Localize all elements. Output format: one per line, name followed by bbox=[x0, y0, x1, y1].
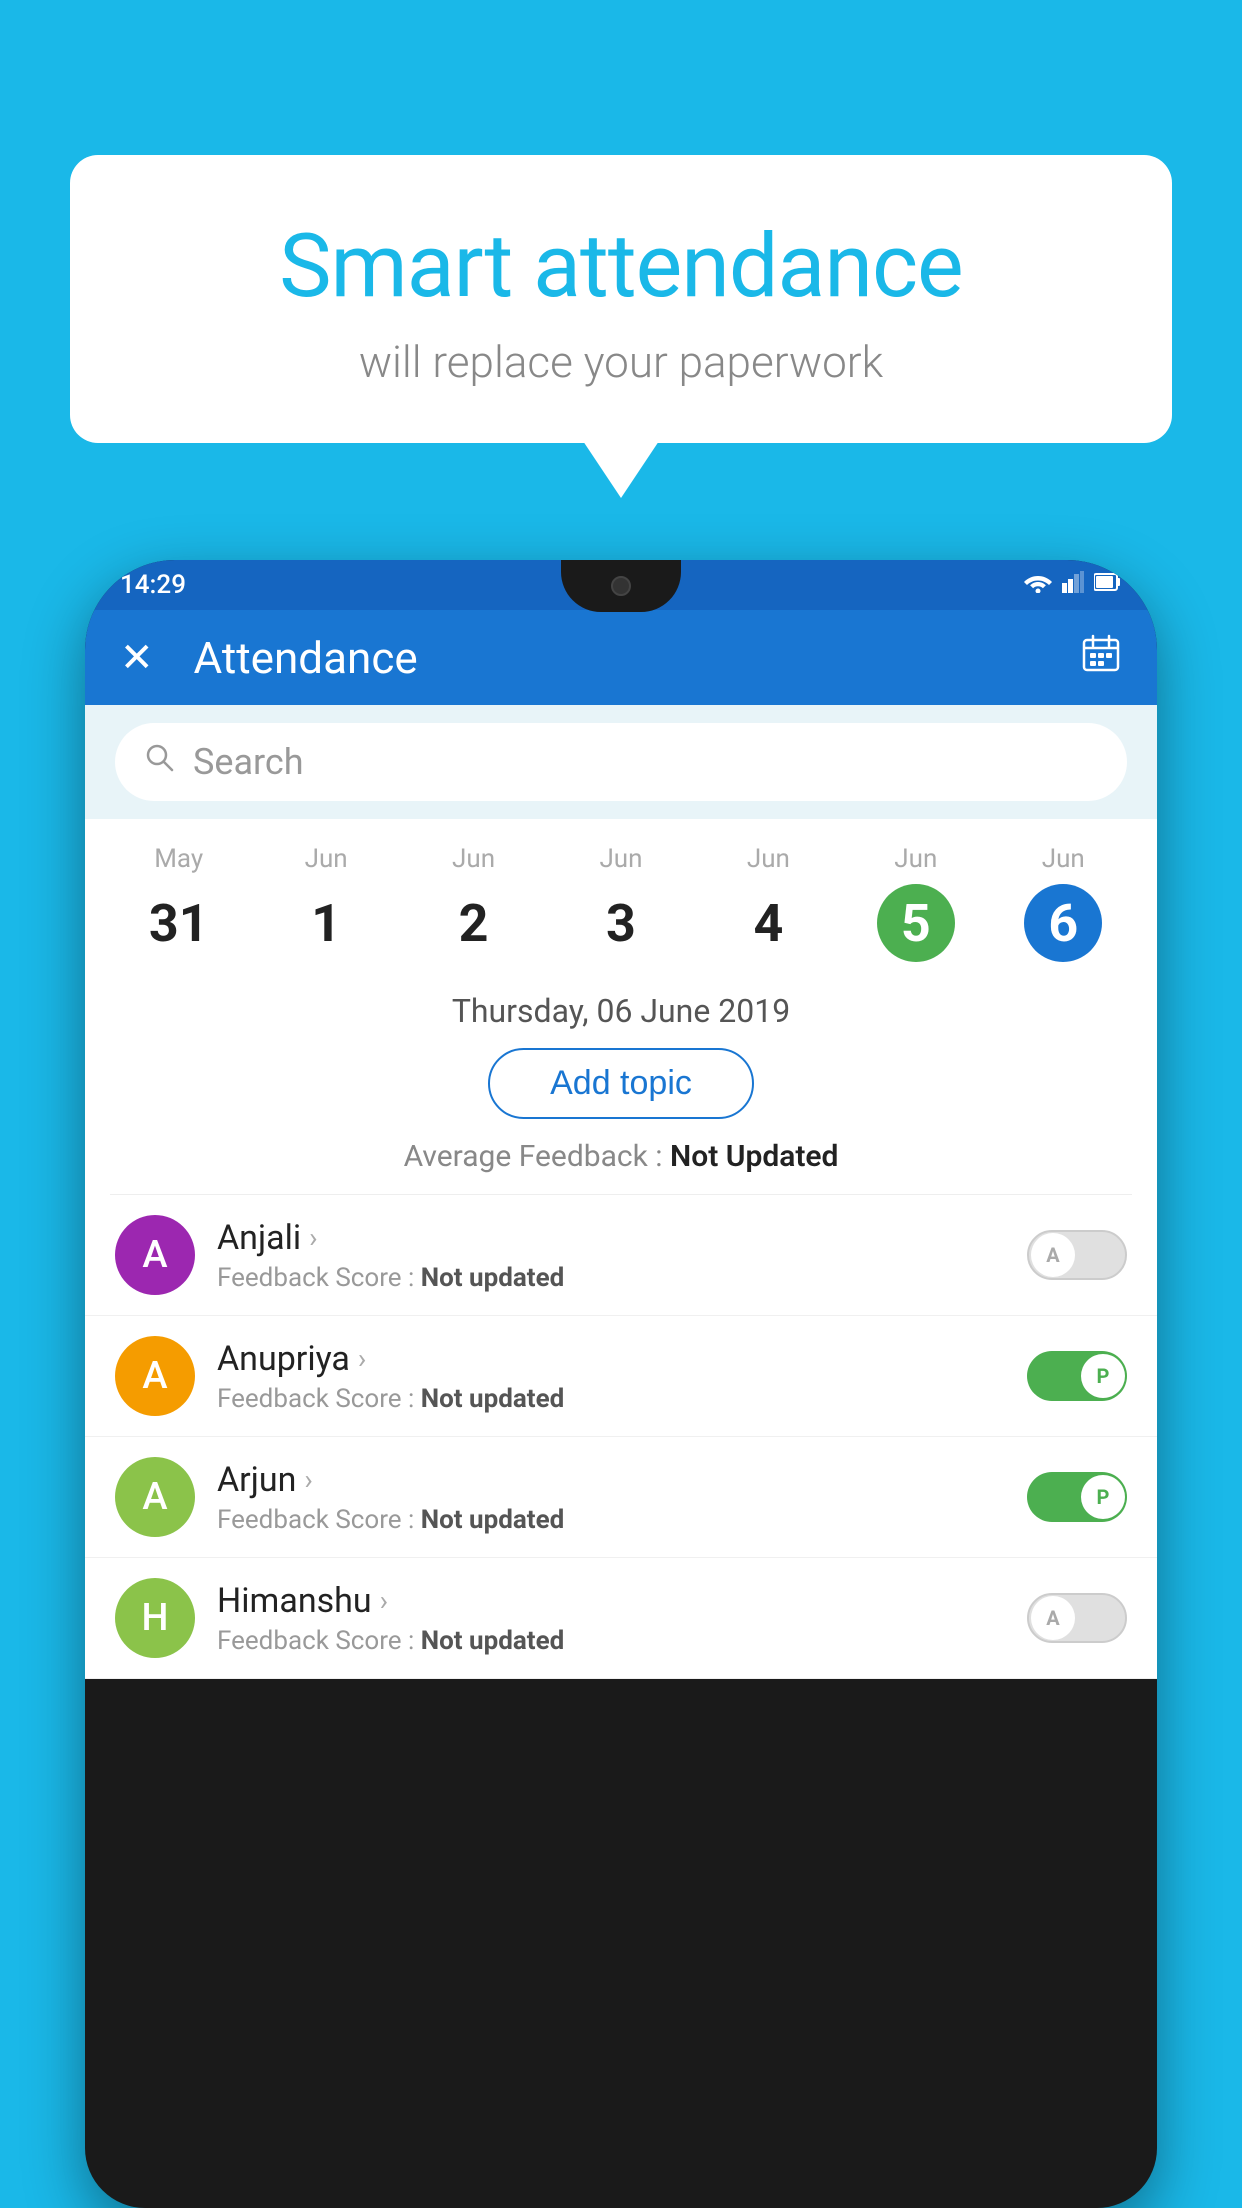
student-info: Anjali › Feedback Score : Not updated bbox=[217, 1218, 1005, 1293]
cal-day-6[interactable]: Jun 6 bbox=[990, 844, 1137, 962]
attendance-toggle[interactable]: P bbox=[1027, 1351, 1127, 1401]
app-header: ✕ Attendance bbox=[85, 610, 1157, 705]
cal-day-1[interactable]: Jun 1 bbox=[252, 844, 399, 962]
phone-frame: 14:29 ✕ Attendance bbox=[85, 560, 1157, 2208]
cal-day-3[interactable]: Jun 3 bbox=[547, 844, 694, 962]
feedback-summary-label: Average Feedback : bbox=[404, 1139, 663, 1174]
wifi-icon bbox=[1024, 571, 1052, 599]
chevron-icon: › bbox=[358, 1342, 366, 1375]
cal-month-label: Jun bbox=[842, 844, 989, 874]
cal-date-number: 5 bbox=[877, 884, 955, 962]
toggle-switch[interactable]: A bbox=[1027, 1230, 1127, 1280]
phone-screen: Search May 31 Jun 1 Jun 2 Jun 3 Jun 4 Jun 5 Jun 6 Thu… bbox=[85, 705, 1157, 1679]
signal-icon bbox=[1062, 571, 1084, 599]
search-bar[interactable]: Search bbox=[115, 723, 1127, 801]
chevron-icon: › bbox=[309, 1221, 317, 1254]
cal-day-5[interactable]: Jun 5 bbox=[842, 844, 989, 962]
student-feedback: Feedback Score : Not updated bbox=[217, 1263, 1005, 1293]
student-name: Anupriya › bbox=[217, 1339, 1005, 1379]
cal-month-label: May bbox=[105, 844, 252, 874]
student-item[interactable]: A Arjun › Feedback Score : Not updated P bbox=[85, 1437, 1157, 1558]
bubble-subtitle: will replace your paperwork bbox=[120, 336, 1122, 388]
status-bar: 14:29 bbox=[85, 560, 1157, 610]
cal-month-label: Jun bbox=[990, 844, 1137, 874]
cal-month-label: Jun bbox=[400, 844, 547, 874]
header-title: Attendance bbox=[194, 632, 1080, 684]
avatar: A bbox=[115, 1215, 195, 1295]
cal-date-number: 6 bbox=[1024, 884, 1102, 962]
student-item[interactable]: A Anupriya › Feedback Score : Not updated P bbox=[85, 1316, 1157, 1437]
attendance-toggle[interactable]: P bbox=[1027, 1472, 1127, 1522]
notch bbox=[561, 560, 681, 612]
feedback-summary: Average Feedback : Not Updated bbox=[85, 1139, 1157, 1174]
cal-month-label: Jun bbox=[695, 844, 842, 874]
cal-date-number: 2 bbox=[435, 884, 513, 962]
feedback-summary-value: Not Updated bbox=[670, 1139, 838, 1174]
toggle-knob: A bbox=[1031, 1233, 1075, 1277]
calendar-icon[interactable] bbox=[1080, 632, 1122, 684]
student-name: Arjun › bbox=[217, 1460, 1005, 1500]
toggle-switch[interactable]: P bbox=[1027, 1351, 1127, 1401]
camera-dot bbox=[611, 576, 631, 596]
student-list: AAnjali ›Feedback Score : Not updatedAAA… bbox=[85, 1195, 1157, 1679]
cal-day-4[interactable]: Jun 4 bbox=[695, 844, 842, 962]
cal-day-0[interactable]: May 31 bbox=[105, 844, 252, 962]
attendance-toggle[interactable]: A bbox=[1027, 1593, 1127, 1643]
student-item[interactable]: H Himanshu › Feedback Score : Not updated A bbox=[85, 1558, 1157, 1679]
attendance-toggle[interactable]: A bbox=[1027, 1230, 1127, 1280]
cal-date-number: 3 bbox=[582, 884, 660, 962]
bubble-title: Smart attendance bbox=[120, 215, 1122, 318]
student-name: Himanshu › bbox=[217, 1581, 1005, 1621]
cal-month-label: Jun bbox=[252, 844, 399, 874]
toggle-knob: P bbox=[1081, 1475, 1125, 1519]
status-icons bbox=[1024, 571, 1122, 599]
close-button[interactable]: ✕ bbox=[120, 634, 154, 681]
chevron-icon: › bbox=[304, 1463, 312, 1496]
avatar: H bbox=[115, 1578, 195, 1658]
student-name: Anjali › bbox=[217, 1218, 1005, 1258]
cal-date-number: 31 bbox=[140, 884, 218, 962]
student-info: Anupriya › Feedback Score : Not updated bbox=[217, 1339, 1005, 1414]
search-icon bbox=[145, 742, 175, 782]
student-info: Arjun › Feedback Score : Not updated bbox=[217, 1460, 1005, 1535]
cal-date-number: 1 bbox=[287, 884, 365, 962]
student-feedback: Feedback Score : Not updated bbox=[217, 1626, 1005, 1656]
cal-day-2[interactable]: Jun 2 bbox=[400, 844, 547, 962]
speech-bubble: Smart attendance will replace your paper… bbox=[70, 155, 1172, 443]
student-feedback: Feedback Score : Not updated bbox=[217, 1384, 1005, 1414]
toggle-knob: A bbox=[1031, 1596, 1075, 1640]
speech-bubble-container: Smart attendance will replace your paper… bbox=[70, 155, 1172, 443]
student-info: Himanshu › Feedback Score : Not updated bbox=[217, 1581, 1005, 1656]
add-topic-button[interactable]: Add topic bbox=[488, 1048, 754, 1119]
chevron-icon: › bbox=[380, 1584, 388, 1617]
toggle-knob: P bbox=[1081, 1354, 1125, 1398]
search-container: Search bbox=[85, 705, 1157, 819]
avatar: A bbox=[115, 1336, 195, 1416]
cal-month-label: Jun bbox=[547, 844, 694, 874]
battery-icon bbox=[1094, 571, 1122, 599]
student-item[interactable]: A Anjali › Feedback Score : Not updated A bbox=[85, 1195, 1157, 1316]
avatar: A bbox=[115, 1457, 195, 1537]
selected-date-label: Thursday, 06 June 2019 bbox=[85, 992, 1157, 1030]
student-feedback: Feedback Score : Not updated bbox=[217, 1505, 1005, 1535]
search-input[interactable]: Search bbox=[193, 741, 304, 783]
toggle-switch[interactable]: P bbox=[1027, 1472, 1127, 1522]
toggle-switch[interactable]: A bbox=[1027, 1593, 1127, 1643]
cal-date-number: 4 bbox=[729, 884, 807, 962]
calendar-strip: May 31 Jun 1 Jun 2 Jun 3 Jun 4 Jun 5 Jun 6 bbox=[85, 819, 1157, 977]
